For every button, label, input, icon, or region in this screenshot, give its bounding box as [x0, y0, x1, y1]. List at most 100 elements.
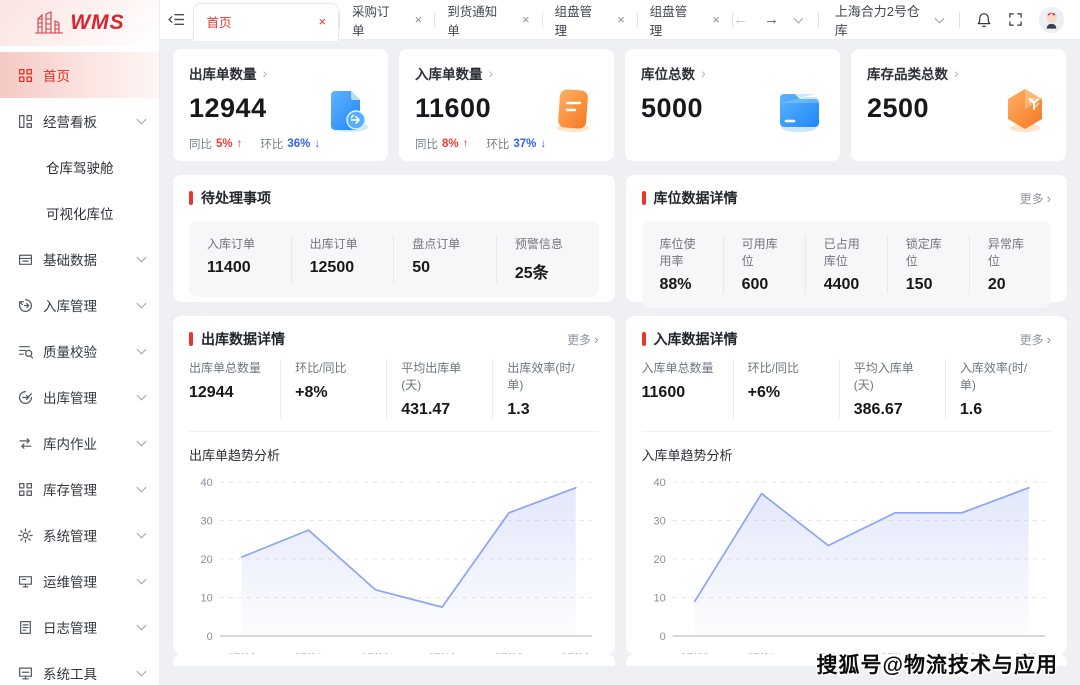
sidebar-item-warehouse-ops[interactable]: 库内作业 [0, 420, 159, 466]
sidebar-item-warehouse-cockpit[interactable]: 仓库驾驶舱 [0, 144, 159, 190]
inbound-kpis: 入库单总数量11600环比/同比+6%平均入库单(天)386.67入库效率(时/… [642, 359, 1052, 432]
stat-card-metrics: 同比5%↑环比36%↓ [189, 136, 372, 152]
svg-text:30: 30 [653, 516, 665, 528]
sidebar-menu: 首页经营看板仓库驾驶舱可视化库位基础数据入库管理质量校验出库管理库内作业库存管理… [0, 46, 159, 685]
sidebar-item-inbound-mgmt[interactable]: 入库管理 [0, 282, 159, 328]
stat-card-title[interactable]: 库位总数 [641, 63, 824, 83]
title-accent-bar [642, 191, 646, 205]
stat-value: 386.67 [854, 401, 931, 419]
sidebar-item-business-board[interactable]: 经营看板 [0, 98, 159, 144]
sidebar-item-quality-check[interactable]: 质量校验 [0, 328, 159, 374]
stat-card-title[interactable]: 出库单数量 [189, 63, 372, 83]
stat-value: +8% [295, 384, 372, 402]
stat-card-title[interactable]: 入库单数量 [415, 63, 598, 83]
outbound-data-panel: 出库数据详情 更多 出库单总数量12944环比/同比+8%平均出库单(天)431… [173, 316, 615, 654]
sidebar-item-visual-location[interactable]: 可视化库位 [0, 190, 159, 236]
svg-text:30: 30 [201, 516, 213, 528]
stat-card-title[interactable]: 库存品类总数 [867, 63, 1050, 83]
sidebar-item-ops-mgmt[interactable]: 运维管理 [0, 558, 159, 604]
stat-label: 盘点订单 [412, 235, 478, 252]
warehouse-selector[interactable]: 上海合力2号仓库 [835, 1, 943, 39]
stat-value: 20 [988, 276, 1033, 294]
stat-column: 盘点订单 50 [393, 235, 496, 283]
stat-card-inbound-order-count: 入库单数量11600同比8%↑环比37%↓ [399, 49, 614, 161]
close-icon[interactable]: × [415, 12, 423, 27]
kanban-icon [18, 114, 33, 129]
sidebar-item-log-mgmt[interactable]: 日志管理 [0, 604, 159, 650]
sidebar-item-outbound-mgmt[interactable]: 出库管理 [0, 374, 159, 420]
bell-icon[interactable] [976, 12, 992, 28]
stat-column: 平均入库单(天)386.67 [839, 359, 945, 419]
gear-icon [18, 528, 33, 543]
sidebar-item-label: 入库管理 [43, 295, 138, 315]
arrow-up-icon: ↑ [237, 138, 243, 150]
arrow-down-icon: ↓ [314, 138, 320, 150]
sidebar-item-basic-data[interactable]: 基础数据 [0, 236, 159, 282]
sidebar-item-system-tools[interactable]: 系统工具 [0, 650, 159, 685]
sidebar: WMS 首页经营看板仓库驾驶舱可视化库位基础数据入库管理质量校验出库管理库内作业… [0, 0, 160, 685]
sidebar-item-label: 系统管理 [43, 525, 138, 545]
fullscreen-icon[interactable] [1008, 12, 1023, 27]
chevron-down-icon [137, 621, 147, 631]
sidebar-item-label: 首页 [43, 65, 145, 85]
sidebar-item-label: 基础数据 [43, 249, 138, 269]
tab-label: 首页 [206, 12, 231, 31]
panel-title: 库位数据详情 [654, 188, 738, 208]
arrow-down-icon: ↓ [540, 138, 546, 150]
chevron-down-icon[interactable] [793, 14, 803, 24]
svg-text:20: 20 [653, 554, 665, 566]
sidebar-item-label: 系统工具 [43, 663, 138, 683]
tab-pallet-mgmt-2[interactable]: 组盘管理 × [638, 0, 732, 40]
stat-card-title-label: 库位总数 [641, 63, 695, 83]
nav-back-icon[interactable]: ← [733, 11, 748, 28]
metric-label: 环比 [486, 136, 509, 152]
sidebar-item-home[interactable]: 首页 [0, 52, 159, 98]
arrow-right-icon [263, 65, 268, 81]
stat-label: 出库效率(时/单) [507, 359, 584, 393]
close-icon[interactable]: × [318, 14, 326, 29]
logo: WMS [0, 0, 159, 46]
svg-text:40: 40 [201, 477, 213, 489]
nav-forward-icon[interactable]: → [764, 11, 779, 28]
menu-fold-icon[interactable] [160, 11, 193, 28]
tab-home[interactable]: 首页 × [193, 3, 339, 41]
more-link[interactable]: 更多 [567, 331, 598, 348]
stat-label: 锁定库位 [906, 235, 951, 269]
tab-pallet-mgmt-1[interactable]: 组盘管理× [543, 0, 637, 40]
more-link[interactable]: 更多 [1020, 331, 1051, 348]
location-stats: 库位使用率88%可用库位600已占用库位4400锁定库位150异常库位20 [642, 221, 1052, 308]
svg-text:0: 0 [659, 631, 665, 643]
tools-icon [18, 666, 33, 681]
monitor-icon [18, 574, 33, 589]
tab-label: 组盘管理 [650, 1, 699, 39]
inbound-icon [18, 298, 33, 313]
database-icon [18, 252, 33, 267]
stat-card-category-total: 库存品类总数2500 [851, 49, 1066, 161]
sidebar-item-system-mgmt[interactable]: 系统管理 [0, 512, 159, 558]
metric-yoy: 同比5%↑ [189, 136, 242, 152]
tab-arrival-notice[interactable]: 到货通知单× [435, 0, 541, 40]
arrow-up-icon: ↑ [463, 138, 469, 150]
stat-column: 可用库位600 [723, 235, 805, 294]
stat-value: 50 [412, 259, 478, 277]
close-icon[interactable]: × [522, 12, 530, 27]
title-accent-bar [189, 332, 193, 346]
stat-label: 已占用库位 [824, 235, 869, 269]
chevron-down-icon [137, 667, 147, 677]
stat-card-row: 出库单数量12944同比5%↑环比36%↓入库单数量11600同比8%↑环比37… [173, 49, 1067, 175]
close-icon[interactable]: × [617, 12, 625, 27]
stat-label: 可用库位 [742, 235, 787, 269]
stat-value: 11400 [207, 259, 273, 277]
tab-purchase-order[interactable]: 采购订单× [340, 0, 434, 40]
close-icon[interactable]: × [712, 12, 720, 27]
more-link[interactable]: 更多 [1020, 190, 1051, 207]
divider [818, 12, 819, 28]
stat-value: +6% [748, 384, 825, 402]
warehouse-selector-label: 上海合力2号仓库 [835, 1, 929, 39]
stat-column: 库位使用率88% [642, 235, 723, 294]
stat-label: 预警信息 [515, 235, 581, 252]
stat-value: 1.6 [960, 401, 1037, 419]
sidebar-item-inventory-mgmt[interactable]: 库存管理 [0, 466, 159, 512]
user-avatar[interactable] [1039, 7, 1064, 33]
outbound-kpis: 出库单总数量12944环比/同比+8%平均出库单(天)431.47出库效率(时/… [189, 359, 599, 432]
